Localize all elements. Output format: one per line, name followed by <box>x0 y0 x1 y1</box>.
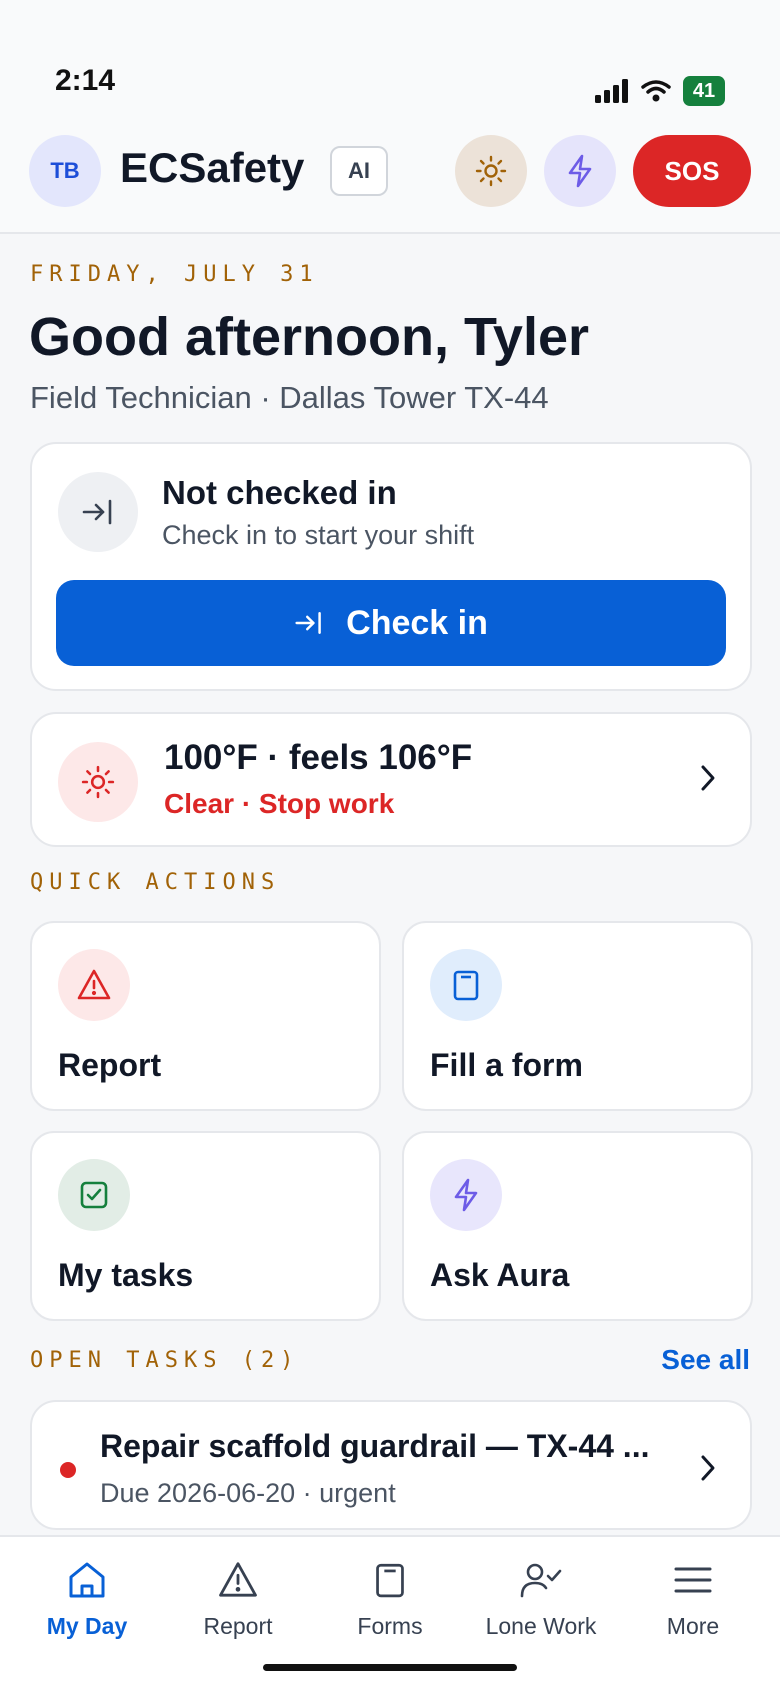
menu-icon <box>674 1567 712 1593</box>
clipboard-icon <box>376 1563 404 1598</box>
role-subtitle: Field Technician · Dallas Tower TX-44 <box>30 380 549 415</box>
checkin-card: Not checked in Check in to start your sh… <box>30 442 752 691</box>
weather-temperature: 100°F · feels 106°F <box>164 738 473 777</box>
see-all-link[interactable]: See all <box>661 1344 750 1376</box>
quick-action-label: Fill a form <box>430 1047 583 1083</box>
weather-alert-icon <box>58 742 138 822</box>
quick-action-label: Ask Aura <box>430 1257 570 1293</box>
home-indicator <box>263 1664 517 1671</box>
checkin-button[interactable]: Check in <box>56 580 726 666</box>
quick-action-label: My tasks <box>58 1257 194 1293</box>
tab-label: My Day <box>46 1613 128 1639</box>
app-name: ECSafety <box>120 144 305 191</box>
sos-button[interactable]: SOS <box>633 135 751 207</box>
weather-button[interactable] <box>455 135 527 207</box>
greeting-title: Good afternoon, Tyler <box>29 307 590 367</box>
checkin-subtitle: Check in to start your shift <box>162 520 475 550</box>
tab-label: More <box>666 1613 720 1639</box>
app-header: TB ECSafety AI SOS <box>0 128 780 234</box>
urgent-indicator <box>60 1462 76 1478</box>
open-tasks-label: OPEN TASKS (2) <box>30 1348 300 1373</box>
task-title: Repair scaffold guardrail — TX-44 ... <box>100 1428 650 1464</box>
tab-more[interactable]: More <box>618 1555 768 1655</box>
wifi-icon <box>641 80 671 102</box>
tab-label: Lone Work <box>485 1613 597 1639</box>
aura-button[interactable] <box>544 135 616 207</box>
signal-icon <box>595 79 628 103</box>
quick-action-fill-form[interactable]: Fill a form <box>402 921 753 1111</box>
home-icon <box>69 1562 105 1598</box>
weather-card[interactable]: 100°F · feels 106°F Clear · Stop work <box>30 712 752 847</box>
user-check-icon <box>520 1563 562 1598</box>
tab-label: Forms <box>357 1613 423 1639</box>
checkin-button-label: Check in <box>346 603 488 642</box>
quick-action-ask-aura[interactable]: Ask Aura <box>402 1131 753 1321</box>
checkin-arrow-icon <box>295 612 321 634</box>
bolt-icon <box>430 1159 502 1231</box>
arrow-right-to-line-icon <box>82 499 112 525</box>
quick-action-my-tasks[interactable]: My tasks <box>30 1131 381 1321</box>
tab-label: Report <box>203 1613 273 1639</box>
quick-action-label: Report <box>58 1047 162 1083</box>
chevron-right-icon <box>701 765 715 791</box>
quick-action-report[interactable]: Report <box>30 921 381 1111</box>
warning-icon <box>58 949 130 1021</box>
weather-status: Clear · Stop work <box>164 788 395 819</box>
sun-icon <box>81 765 115 799</box>
date-label: FRIDAY, JULY 31 <box>30 262 319 287</box>
status-time: 2:14 <box>55 64 116 97</box>
clipboard-icon <box>430 949 502 1021</box>
tab-lone-work[interactable]: Lone Work <box>466 1555 616 1655</box>
tab-forms[interactable]: Forms <box>315 1555 465 1655</box>
warning-icon <box>219 1562 257 1597</box>
checkbox-icon <box>58 1159 130 1231</box>
battery-indicator: 41 <box>683 76 725 106</box>
task-item[interactable]: Repair scaffold guardrail — TX-44 ... Du… <box>30 1400 752 1530</box>
tab-report[interactable]: Report <box>163 1555 313 1655</box>
quick-actions-label: QUICK ACTIONS <box>30 870 281 895</box>
tab-my-day[interactable]: My Day <box>12 1555 162 1655</box>
sun-icon <box>475 155 507 187</box>
checkin-title: Not checked in <box>162 474 397 511</box>
ai-badge[interactable]: AI <box>330 146 388 196</box>
bolt-icon <box>568 154 592 188</box>
status-bar: 2:14 41 <box>0 0 780 128</box>
task-meta: Due 2026-06-20 · urgent <box>100 1478 396 1508</box>
checkin-status-icon <box>58 472 138 552</box>
status-icons: 41 <box>595 76 725 106</box>
chevron-right-icon <box>701 1455 715 1481</box>
avatar[interactable]: TB <box>29 135 101 207</box>
